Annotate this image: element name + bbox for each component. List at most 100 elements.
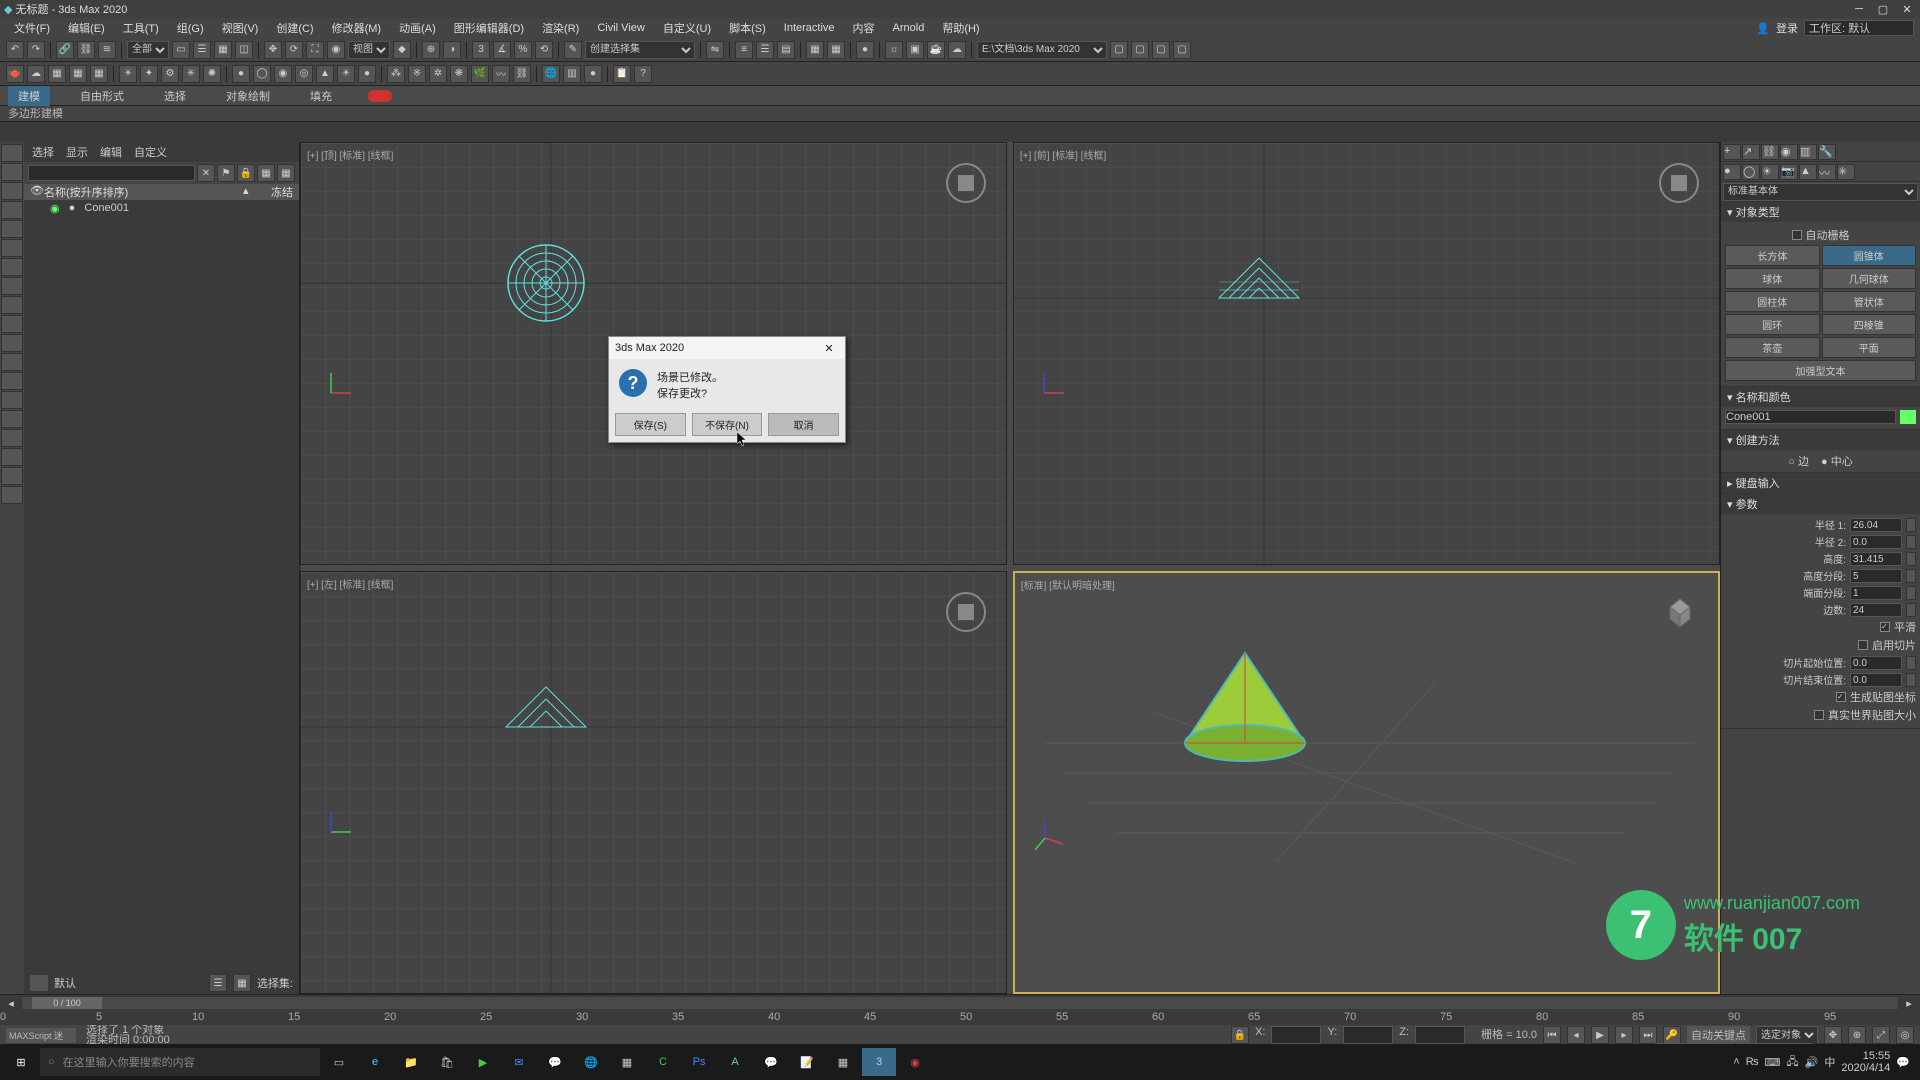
scene-tool-11[interactable]: [1, 334, 23, 352]
rollout-objtype[interactable]: ▾ 对象类型: [1721, 202, 1920, 222]
redo-button[interactable]: ↷: [27, 41, 45, 59]
vp1-icon[interactable]: ▢: [1110, 41, 1128, 59]
container2-icon[interactable]: ▦: [69, 65, 87, 83]
project-path-dropdown[interactable]: E:\文档\3ds Max 2020: [977, 41, 1107, 59]
prim-sphere[interactable]: 球体: [1725, 268, 1820, 289]
scenetab-select[interactable]: 选择: [32, 144, 54, 160]
hair-icon[interactable]: 〰: [492, 65, 510, 83]
taskbar-clock[interactable]: 15:552020/4/14: [1841, 1050, 1890, 1074]
play-prev[interactable]: ◂: [1567, 1026, 1585, 1044]
select-button[interactable]: ▭: [172, 41, 190, 59]
sliceon-check[interactable]: [1858, 640, 1868, 650]
globe-icon[interactable]: 🌐: [542, 65, 560, 83]
scene-display-mode[interactable]: [30, 975, 48, 991]
named-selset-dropdown[interactable]: 创建选择集: [585, 41, 695, 59]
viewcube-persp[interactable]: [1660, 591, 1700, 631]
menu-render[interactable]: 渲染(R): [534, 18, 587, 38]
login-label[interactable]: 登录: [1776, 20, 1798, 36]
cone-icon[interactable]: ▲: [316, 65, 334, 83]
scene-filter-1[interactable]: ⚑: [217, 164, 235, 182]
tab-motion[interactable]: ◉: [1780, 144, 1798, 160]
menu-group[interactable]: 组(G): [169, 18, 212, 38]
scene-header-name[interactable]: 名称(按升序排序): [44, 184, 243, 200]
dialog-save-button[interactable]: 保存(S): [615, 413, 686, 436]
menu-graph[interactable]: 图形编辑器(D): [446, 18, 532, 38]
cat-shapes[interactable]: ◯: [1742, 164, 1760, 180]
refcoord-dropdown[interactable]: 视图: [348, 41, 390, 59]
align-button[interactable]: ≡: [735, 41, 753, 59]
start-button[interactable]: ⊞: [4, 1048, 38, 1076]
scenetab-edit[interactable]: 编辑: [100, 144, 122, 160]
scene-tool-1[interactable]: [1, 144, 23, 162]
pivot-button[interactable]: ◆: [393, 41, 411, 59]
cat-systems[interactable]: ✳: [1837, 164, 1855, 180]
lock-icon[interactable]: 🔒: [1231, 1026, 1249, 1044]
sphere2-icon[interactable]: ◯: [253, 65, 271, 83]
menu-civil[interactable]: Civil View: [589, 20, 652, 36]
particles4-icon[interactable]: ❋: [450, 65, 468, 83]
scene-tool-15[interactable]: [1, 410, 23, 428]
browser-icon[interactable]: 🌐: [574, 1048, 608, 1076]
notepad-icon[interactable]: 📝: [790, 1048, 824, 1076]
menu-view[interactable]: 视图(V): [214, 18, 267, 38]
layer-button[interactable]: ☰: [756, 41, 774, 59]
recorder-icon[interactable]: ◉: [898, 1048, 932, 1076]
object-name-input[interactable]: [1725, 410, 1896, 424]
tab-hierarchy[interactable]: ⛓: [1761, 144, 1779, 160]
taskbar-search[interactable]: ○ 在这里输入你要搜索的内容: [40, 1048, 320, 1076]
coord-z-input[interactable]: [1415, 1026, 1465, 1044]
bind-button[interactable]: ≋: [98, 41, 116, 59]
scene-tool-6[interactable]: [1, 239, 23, 257]
curve-editor-button[interactable]: ▦: [806, 41, 824, 59]
radius1-spinner[interactable]: [1906, 518, 1916, 532]
prim-box[interactable]: 长方体: [1725, 245, 1820, 266]
prim-cylinder[interactable]: 圆柱体: [1725, 291, 1820, 312]
tab-display[interactable]: ▥: [1799, 144, 1817, 160]
placement-button[interactable]: ◉: [327, 41, 345, 59]
play-start[interactable]: ⏮: [1543, 1026, 1561, 1044]
particles1-icon[interactable]: ⁂: [387, 65, 405, 83]
scene-header-frozen[interactable]: 冻结: [253, 184, 293, 200]
close-button[interactable]: ✕: [1898, 3, 1916, 16]
dialog-close-button[interactable]: ✕: [819, 342, 839, 355]
prim-teapot[interactable]: 茶壶: [1725, 337, 1820, 358]
dialog-dontsave-button[interactable]: 不保存(N): [692, 413, 763, 436]
scale-button[interactable]: ⛶: [306, 41, 324, 59]
menu-create[interactable]: 创建(C): [268, 18, 321, 38]
light4-icon[interactable]: ✳: [182, 65, 200, 83]
ribbon-tab-objpaint[interactable]: 对象绘制: [216, 86, 280, 106]
coord-x-input[interactable]: [1271, 1026, 1321, 1044]
scene-tool-8[interactable]: [1, 277, 23, 295]
scene-item[interactable]: ◉ ● Cone001: [24, 200, 299, 216]
time-ruler[interactable]: 0510152025303540455055606570758085909510…: [0, 1011, 1920, 1025]
particles3-icon[interactable]: ✲: [429, 65, 447, 83]
select-name-button[interactable]: ☰: [193, 41, 211, 59]
radio-center[interactable]: ● 中心: [1821, 453, 1853, 469]
vp3-icon[interactable]: ▢: [1152, 41, 1170, 59]
scene-tool-7[interactable]: [1, 258, 23, 276]
scene-tool-12[interactable]: [1, 353, 23, 371]
nav4-icon[interactable]: ◎: [1896, 1026, 1914, 1044]
minimize-button[interactable]: ─: [1850, 3, 1868, 16]
taskview-icon[interactable]: ▭: [322, 1048, 356, 1076]
light2-icon[interactable]: ✦: [140, 65, 158, 83]
play-next[interactable]: ▸: [1615, 1026, 1633, 1044]
prim-pyramid[interactable]: 四棱锥: [1822, 314, 1917, 335]
tree-icon[interactable]: 🌿: [471, 65, 489, 83]
container1-icon[interactable]: ▦: [48, 65, 66, 83]
wechat2-icon[interactable]: 💬: [754, 1048, 788, 1076]
rollout-params[interactable]: ▾ 参数: [1721, 494, 1920, 514]
time-next[interactable]: ▸: [1902, 997, 1916, 1010]
rotate-button[interactable]: ⟳: [285, 41, 303, 59]
cat-helpers[interactable]: ▲: [1799, 164, 1817, 180]
selection-filter-dropdown[interactable]: 全部: [127, 41, 169, 59]
help-icon[interactable]: ?: [634, 65, 652, 83]
prim-cone[interactable]: 圆锥体: [1822, 245, 1917, 266]
scene-eye-icon[interactable]: 👁: [30, 184, 44, 200]
viewport-front[interactable]: [+] [前] [标准] [线框]: [1013, 142, 1720, 565]
scene-tool-4[interactable]: [1, 201, 23, 219]
layer2-icon[interactable]: ▥: [563, 65, 581, 83]
mirror-button[interactable]: ⇋: [706, 41, 724, 59]
menu-customize[interactable]: 自定义(U): [655, 18, 719, 38]
light3-icon[interactable]: ⚙: [161, 65, 179, 83]
